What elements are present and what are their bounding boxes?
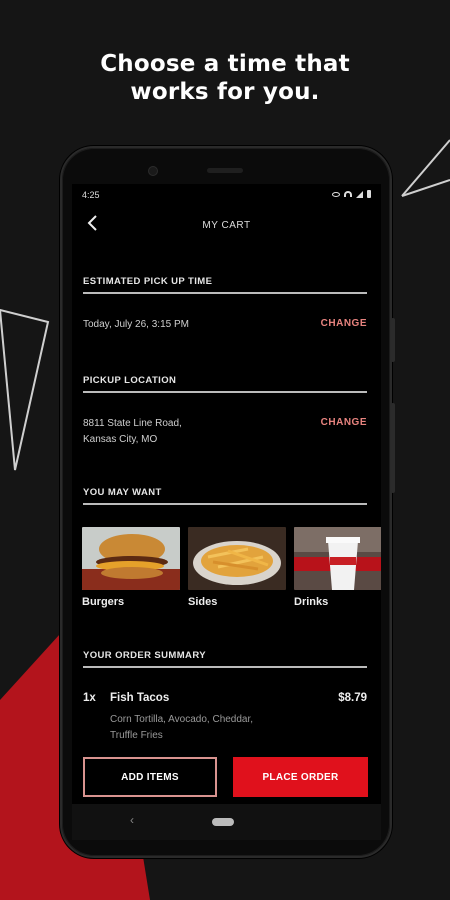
place-order-button[interactable]: PLACE ORDER bbox=[233, 757, 368, 797]
page-title: MY CART bbox=[202, 220, 251, 231]
headline-line-2: works for you. bbox=[130, 79, 320, 105]
suggestion-tiles: Burgers Sides Drinks bbox=[82, 527, 381, 608]
drinks-image bbox=[294, 527, 381, 590]
order-item-desc-line-1: Corn Tortilla, Avocado, Cheddar, bbox=[110, 714, 254, 725]
suggestion-label: Drinks bbox=[294, 596, 329, 608]
suggestion-label: Sides bbox=[188, 596, 218, 608]
eye-icon bbox=[332, 191, 340, 197]
pickup-location-heading: PICKUP LOCATION bbox=[83, 375, 367, 393]
add-items-button[interactable]: ADD ITEMS bbox=[83, 757, 217, 797]
order-item-qty: 1x bbox=[83, 692, 96, 704]
nav-home-pill[interactable] bbox=[212, 818, 234, 826]
wifi-icon bbox=[344, 191, 352, 197]
volume-button bbox=[391, 318, 395, 362]
change-time-button[interactable]: CHANGE bbox=[321, 318, 367, 329]
suggestion-drinks[interactable]: Drinks bbox=[294, 527, 381, 608]
white-triangle-left bbox=[0, 308, 50, 471]
change-location-button[interactable]: CHANGE bbox=[321, 417, 367, 428]
signal-icon bbox=[356, 190, 363, 198]
status-bar: 4:25 bbox=[82, 190, 371, 204]
pickup-time-heading: ESTIMATED PICK UP TIME bbox=[83, 276, 367, 294]
nav-back-icon[interactable]: ‹ bbox=[130, 813, 134, 827]
suggestion-label: Burgers bbox=[82, 596, 125, 608]
order-item-desc-line-2: Truffle Fries bbox=[110, 730, 163, 741]
speaker bbox=[207, 168, 243, 173]
order-item-price: $8.79 bbox=[338, 692, 367, 704]
order-item-name: Fish Tacos bbox=[110, 692, 170, 704]
power-button bbox=[391, 403, 395, 493]
system-nav-bar: ‹ bbox=[72, 804, 381, 840]
pickup-time-value: Today, July 26, 3:15 PM bbox=[83, 319, 189, 330]
pickup-address: 8811 State Line Road, Kansas City, MO bbox=[83, 416, 182, 448]
order-item-description: Corn Tortilla, Avocado, Cheddar, Truffle… bbox=[110, 712, 310, 744]
order-summary-heading: YOUR ORDER SUMMARY bbox=[83, 650, 367, 668]
sides-image bbox=[188, 527, 286, 590]
camera bbox=[148, 166, 158, 176]
app-screen: 4:25 MY CART ESTIMATED PICK UP TIME Toda… bbox=[72, 184, 381, 804]
suggestion-sides[interactable]: Sides bbox=[188, 527, 286, 608]
you-may-want-heading: YOU MAY WANT bbox=[83, 487, 367, 505]
suggestion-burgers[interactable]: Burgers bbox=[82, 527, 180, 608]
burgers-image bbox=[82, 527, 180, 590]
address-line-2: Kansas City, MO bbox=[83, 434, 158, 445]
promo-headline: Choose a time that works for you. bbox=[0, 50, 450, 106]
status-time: 4:25 bbox=[82, 190, 100, 200]
address-line-1: 8811 State Line Road, bbox=[83, 418, 182, 429]
battery-icon bbox=[367, 190, 371, 198]
top-bar: MY CART bbox=[72, 212, 381, 242]
headline-line-1: Choose a time that bbox=[100, 51, 350, 77]
